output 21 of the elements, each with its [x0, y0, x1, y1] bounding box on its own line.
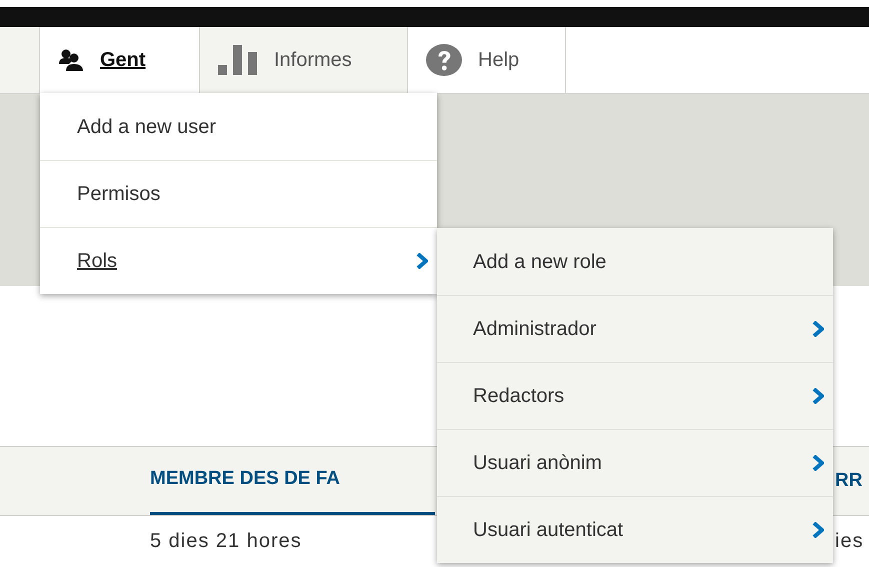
chevron-right-icon — [812, 455, 824, 471]
table-cell-text: ies — [835, 528, 865, 554]
chevron-right-icon — [812, 388, 824, 404]
column-header[interactable]: RR — [835, 447, 869, 515]
toolbar-home-tab[interactable] — [0, 27, 40, 93]
menu-item[interactable]: Add a new user — [40, 93, 437, 160]
table-cell-text: 5 dies 21 hores — [150, 528, 303, 554]
chevron-right-icon — [812, 321, 824, 337]
help-icon — [426, 44, 462, 76]
submenu-item[interactable]: Administrador — [437, 295, 833, 362]
menu-item[interactable]: Permisos — [40, 160, 437, 227]
bar-chart-icon — [218, 45, 258, 75]
submenu-item[interactable]: Usuari autenticat — [437, 496, 833, 563]
submenu-item[interactable]: Usuari anònim — [437, 429, 833, 496]
toolbar-tab[interactable]: Informes — [200, 27, 408, 93]
chevron-right-icon — [416, 253, 428, 269]
submenu-item[interactable]: Add a new role — [437, 228, 833, 295]
chevron-right-icon — [812, 522, 824, 538]
people-icon — [58, 49, 84, 71]
submenu-item[interactable]: Redactors — [437, 362, 833, 429]
column-header[interactable]: MEMBRE DES DE FA — [150, 447, 435, 515]
